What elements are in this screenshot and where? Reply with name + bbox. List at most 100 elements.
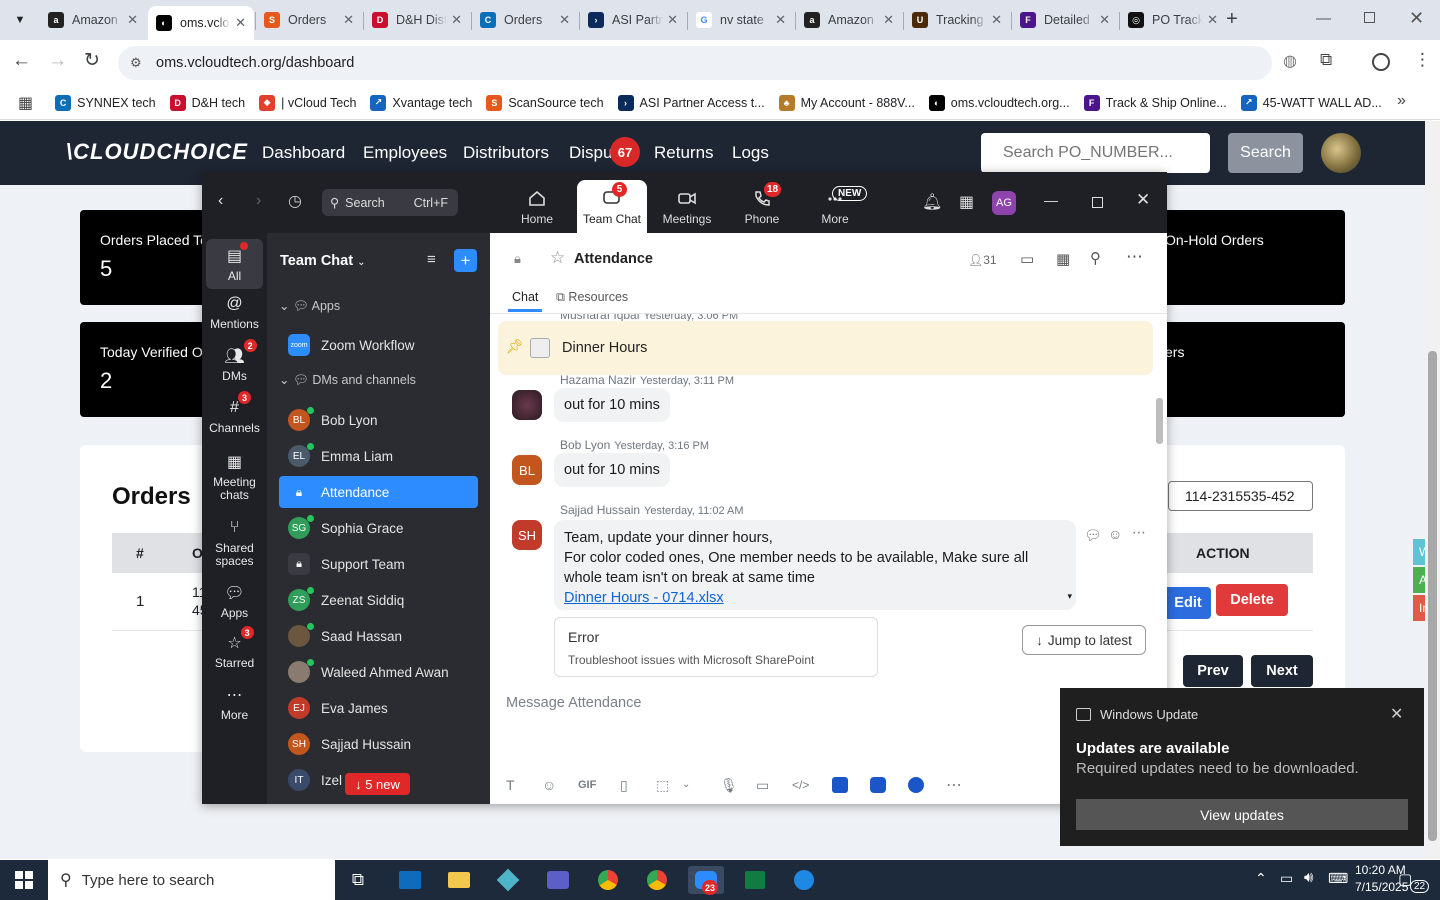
volume-icon[interactable]: 🔊︎ [1304, 869, 1313, 886]
profile-icon[interactable] [1372, 53, 1390, 71]
rail-item[interactable]: ⋯ More [202, 684, 267, 722]
contact-item[interactable]: SH Sajjad Hussain [279, 728, 478, 760]
translate-icon[interactable]: ◍ [1283, 51, 1297, 71]
dms-section-header[interactable]: ⌄ 💬︎ DMs and channels [279, 372, 416, 388]
reply-icon[interactable]: 💬︎ [1084, 527, 1102, 544]
bookmark-item[interactable]: ♣ My Account - 888V... [778, 94, 915, 111]
rail-item[interactable]: @ Mentions [202, 293, 267, 331]
rail-item[interactable]: ▤ All [206, 239, 263, 289]
rail-item[interactable]: 💬︎ Apps [202, 582, 267, 620]
app-icon-blue[interactable] [786, 866, 822, 894]
members-count[interactable]: 👤︎31 [968, 253, 997, 267]
emoji-reaction-icon[interactable]: ☺ [1108, 526, 1122, 542]
notification-bell-icon[interactable]: 🔔︎ [922, 192, 942, 212]
new-tab-button[interactable]: + [1226, 8, 1238, 31]
minimize-window-button[interactable]: — [1316, 10, 1331, 27]
nav-link[interactable]: Dashboard [262, 143, 345, 163]
pinned-banner[interactable]: 📌︎ Dinner Hours [498, 321, 1153, 375]
video-message-icon[interactable]: ▭ [756, 777, 769, 794]
zoom-tab-meetings[interactable]: Meetings [652, 172, 722, 233]
side-tab-w[interactable]: W [1413, 539, 1425, 565]
zoom-search-box[interactable]: ⚲ Search Ctrl+F [322, 189, 458, 216]
zoom-close-button[interactable]: ✕ [1136, 190, 1150, 210]
contact-item[interactable]: SG Sophia Grace [279, 512, 478, 544]
browser-tab[interactable]: Gnv state ✕ [688, 6, 794, 34]
close-window-button[interactable]: ✕ [1409, 8, 1424, 29]
tab-search-button[interactable]: ▼ [8, 8, 32, 32]
message-more-icon[interactable]: ⋯ [1132, 524, 1146, 541]
composer-more-icon[interactable]: ⋯ [946, 775, 962, 795]
chat-more-icon[interactable]: ⋯ [1126, 247, 1143, 267]
bookmark-item[interactable]: D D&H tech [169, 94, 245, 111]
star-icon[interactable]: ☆ [550, 248, 565, 268]
app-icon-2[interactable] [870, 777, 886, 793]
user-avatar[interactable] [1321, 133, 1361, 173]
outlook-icon[interactable] [392, 866, 428, 894]
app-icon-kite[interactable] [490, 866, 526, 894]
emoji-icon[interactable]: ☺ [542, 777, 556, 793]
gif-button[interactable]: GIF [578, 779, 596, 791]
chrome-icon-2[interactable] [639, 866, 675, 894]
channel-title[interactable]: Attendance [574, 251, 653, 267]
zoom-forward-icon[interactable]: › [256, 192, 261, 210]
video-call-icon[interactable]: ▭ [1020, 250, 1034, 268]
side-tab-in[interactable]: In [1413, 595, 1425, 621]
restore-window-button[interactable] [1364, 12, 1375, 23]
rail-item[interactable]: #3 Channels [202, 391, 267, 435]
browser-tab[interactable]: a Amazon ✕ [40, 6, 146, 34]
zoom-back-icon[interactable]: ‹ [218, 192, 223, 210]
language-icon[interactable]: ⌨ [1328, 870, 1348, 887]
po-search-button[interactable]: Search [1228, 133, 1303, 173]
taskbar-search[interactable]: ⚲ Type here to search [48, 860, 335, 900]
rail-item[interactable]: ☆ 3 Starred [202, 626, 267, 670]
view-updates-button[interactable]: View updates [1076, 799, 1408, 830]
bookmark-item[interactable]: ◆ | vCloud Tech [259, 94, 356, 111]
tab-close-icon[interactable]: ✕ [991, 12, 1002, 28]
side-tab-ac[interactable]: Ac [1413, 567, 1425, 593]
chat-tab-chat[interactable]: Chat [512, 290, 538, 304]
chat-tab-resources[interactable]: ⧉ Resources [556, 290, 628, 305]
back-icon[interactable]: ← [12, 50, 31, 72]
clock[interactable]: 10:20 AM 7/15/2025 [1355, 863, 1408, 894]
browser-tab[interactable]: C Orders ✕ [472, 6, 578, 34]
code-snippet-icon[interactable]: </> [792, 778, 809, 792]
po-search-input[interactable] [981, 133, 1210, 173]
tray-chevron-icon[interactable]: ⌃ [1255, 870, 1267, 887]
chrome-icon[interactable] [590, 866, 626, 894]
browser-tab[interactable]: ◎ PO Tracker✕ [1120, 6, 1226, 34]
browser-tab[interactable]: F Detailed ✕ [1012, 6, 1118, 34]
contact-item[interactable]: EJ Eva James [279, 692, 478, 724]
zoom-user-avatar[interactable]: AG [992, 191, 1016, 215]
nav-link[interactable]: Logs [732, 143, 769, 163]
avatar[interactable]: BL [512, 455, 542, 485]
forward-icon[interactable]: → [48, 50, 67, 72]
tab-close-icon[interactable]: ✕ [667, 12, 678, 28]
zoom-tab-phone[interactable]: Phone [727, 172, 797, 233]
bookmark-item[interactable]: C SYNNEX tech [55, 94, 156, 111]
address-bar[interactable]: ⚙ oms.vcloudtech.org/dashboard [118, 46, 1272, 80]
extensions-icon[interactable]: ⧉ [1320, 50, 1332, 70]
bookmark-item[interactable]: F Track & Ship Online... [1083, 94, 1227, 111]
browser-menu-icon[interactable]: ⋮ [1414, 50, 1431, 70]
chevron-down-icon[interactable]: ⌄ [682, 779, 690, 790]
contact-item[interactable]: BL Bob Lyon [279, 404, 478, 436]
chat-scrollbar[interactable] [1156, 398, 1163, 444]
browser-tab[interactable]: U Tracking ✕ [904, 6, 1010, 34]
nav-link[interactable]: Returns [654, 143, 714, 163]
contact-item[interactable]: Waleed Ahmed Awan [279, 656, 478, 688]
nav-link[interactable]: Distributors [463, 143, 549, 163]
contact-item[interactable]: EL Emma Liam [279, 440, 478, 472]
file-attach-icon[interactable]: ▯ [620, 777, 628, 794]
contact-item[interactable]: Saad Hassan [279, 620, 478, 652]
zoom-workflow-item[interactable]: zoom Zoom Workflow [279, 329, 478, 361]
jump-to-latest-button[interactable]: ↓ Jump to latest [1022, 625, 1146, 655]
app-icon-3[interactable] [908, 777, 924, 793]
contact-item[interactable]: ZS Zeenat Siddiq [279, 584, 478, 616]
prev-button[interactable]: Prev [1183, 655, 1243, 687]
zoom-tab-home[interactable]: Home [502, 172, 572, 233]
browser-tab[interactable]: › ASI Partner✕ [580, 6, 686, 34]
bookmark-item[interactable]: ◐ oms.vcloudtech.org... [928, 94, 1070, 111]
browser-tab[interactable]: S Orders ✕ [256, 6, 362, 34]
contact-item[interactable]: 🔒︎ Attendance [279, 476, 478, 508]
tab-close-icon[interactable]: ✕ [1207, 12, 1218, 28]
